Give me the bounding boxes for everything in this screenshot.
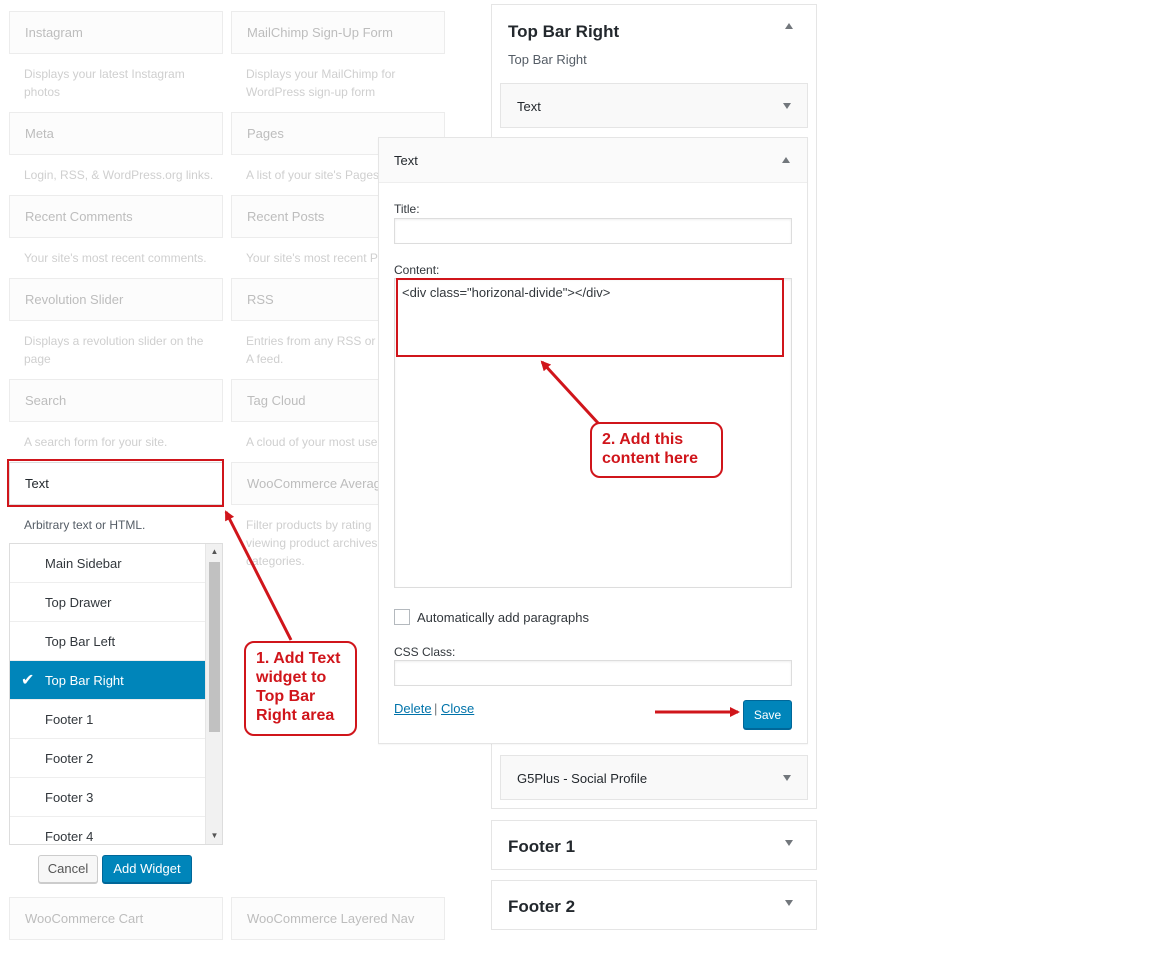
arrow-step-1 <box>224 510 293 641</box>
annotation-arrows <box>224 360 740 717</box>
arrow-step-2 <box>540 360 600 425</box>
